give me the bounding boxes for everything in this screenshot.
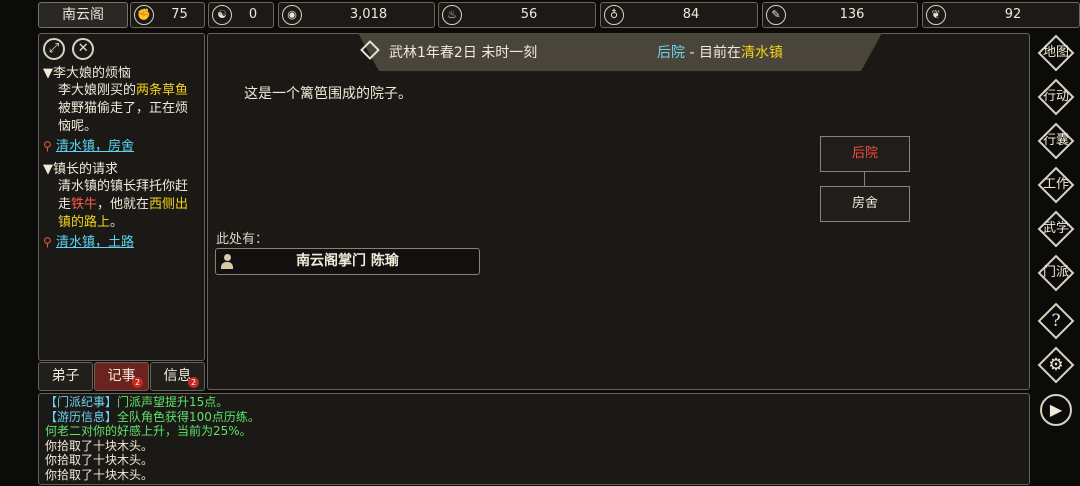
quest-title[interactable]: ▼镇长的请求 (43, 161, 200, 178)
quest-location[interactable]: ⚲ 清水镇，房舍 (43, 137, 200, 156)
header-content: 武林1年春2日 未时一刻 后院 - 目前在清水镇 (0, 33, 1080, 71)
map-pin-icon: ⚲ (43, 139, 52, 153)
tab-label: 弟子 (51, 368, 80, 384)
location-sep: - 目前在 (685, 45, 741, 61)
resource-coin[interactable]: ◉ 3,018 (278, 2, 435, 28)
sidebar-label: ? (1051, 311, 1061, 331)
map-button[interactable]: 地图 (1037, 34, 1075, 72)
quest-panel: ⤢ ✕ ▼李大娘的烦恼 李大娘刚买的两条草鱼被野猫偷走了，正在烦恼呢。 ⚲ 清水… (38, 33, 205, 361)
npc-entry[interactable]: 南云阁掌门 陈瑜 (215, 248, 480, 275)
sidebar-label: 行囊 (1042, 133, 1069, 148)
location-place: 后院 (657, 45, 685, 61)
npc-name: 南云阁掌门 陈瑜 (296, 253, 399, 269)
scroll-icon (360, 40, 380, 60)
food-bowl-icon: ♨ (442, 5, 462, 25)
log-text: 你拾取了十块木头。 (45, 467, 154, 482)
quest-text: 。 (110, 215, 124, 230)
resource-value: 0 (248, 7, 258, 22)
sidebar-label: 门派 (1042, 265, 1069, 280)
gourd-icon: ♁ (604, 5, 624, 25)
resource-gourd[interactable]: ♁ 84 (600, 2, 758, 28)
sidebar-label: ⚙ (1048, 355, 1064, 375)
quest-description: 清水镇的镇长拜托你赶走铁牛，他就在西侧出镇的路上。 (43, 178, 200, 232)
resource-value: 75 (171, 7, 188, 22)
resource-value: 92 (1004, 7, 1022, 22)
current-location: 后院 - 目前在清水镇 (657, 42, 783, 62)
settings-button[interactable]: ⚙ (1037, 346, 1075, 384)
sidebar-label: 工作 (1042, 177, 1069, 192)
game-date: 武林1年春2日 未时一刻 (389, 45, 538, 61)
sidebar-label: 行动 (1042, 89, 1069, 104)
quest-text: 李大娘刚买的 (58, 83, 137, 98)
quest-location-link[interactable]: 清水镇，房舍 (56, 139, 134, 154)
scene-description: 这是一个篱笆围成的院子。 (244, 86, 412, 102)
herb-icon: ❦ (926, 5, 946, 25)
message-log[interactable]: 【门派纪事】门派声望提升15点。 【游历信息】全队角色获得100点历练。 何老二… (38, 393, 1030, 485)
tab-journal[interactable]: 记事 2 (94, 362, 149, 391)
resource-value: 136 (839, 7, 865, 22)
map-pin-icon: ⚲ (43, 235, 52, 249)
log-tag: 【游历信息】 (45, 409, 118, 424)
resource-herb[interactable]: ❦ 92 (922, 2, 1080, 28)
play-button[interactable]: ▶ (1037, 391, 1075, 429)
tab-disciples[interactable]: 弟子 (38, 362, 93, 391)
map-connector (864, 172, 865, 186)
yinyang-icon: ☯ (212, 5, 232, 25)
log-line: 你拾取了十块木头。 (45, 439, 1023, 454)
log-tag: 【门派纪事】 (45, 395, 118, 409)
quest-location-link[interactable]: 清水镇，土路 (56, 235, 134, 250)
notification-badge: 2 (132, 377, 143, 388)
martial-arts-button[interactable]: 武学 (1037, 210, 1075, 248)
fist-icon: ✊ (134, 5, 154, 25)
sidebar-label: 地图 (1042, 45, 1069, 60)
here-label: 此处有： (216, 232, 269, 247)
log-line: 你拾取了十块木头。 (45, 468, 1023, 483)
quest-text: 被野猫偷走了，正在烦恼呢。 (58, 101, 189, 134)
quest-highlight: 两条草鱼 (136, 83, 189, 98)
log-text: 门派声望提升15点。 (117, 395, 229, 409)
sect-name-button[interactable]: 南云阁 (38, 2, 128, 28)
quest-description: 李大娘刚买的两条草鱼被野猫偷走了，正在烦恼呢。 (43, 82, 200, 136)
resource-yinyang[interactable]: ☯ 0 (208, 2, 274, 28)
resource-wood[interactable]: ✎ 136 (762, 2, 918, 28)
quest-highlight-red: 铁牛 (71, 197, 98, 212)
help-button[interactable]: ? (1037, 302, 1075, 340)
log-line: 何老二对你的好感上升，当前为25%。 (45, 424, 1023, 439)
log-line: 【游历信息】全队角色获得100点历练。 (45, 410, 1023, 425)
sidebar-label: 武学 (1042, 221, 1069, 236)
resource-value: 84 (682, 7, 700, 22)
log-text: 全队角色获得100点历练。 (117, 409, 260, 424)
action-button[interactable]: 行动 (1037, 78, 1075, 116)
log-text: 何老二对你的好感上升，当前为25%。 (45, 424, 252, 438)
map-room-current[interactable]: 后院 (820, 136, 910, 172)
location-town: 清水镇 (740, 45, 783, 61)
sect-button[interactable]: 门派 (1037, 254, 1075, 292)
tab-messages[interactable]: 信息 2 (150, 362, 205, 391)
quest-location[interactable]: ⚲ 清水镇，土路 (43, 233, 200, 252)
main-scene-panel: 这是一个篱笆围成的院子。 后院 房舍 此处有： 南云阁掌门 陈瑜 (207, 33, 1030, 390)
notification-badge: 2 (188, 377, 199, 388)
resource-value: 56 (520, 7, 538, 22)
wood-icon: ✎ (766, 5, 786, 25)
map-room-next[interactable]: 房舍 (820, 186, 910, 222)
bag-button[interactable]: 行囊 (1037, 122, 1075, 160)
coin-icon: ◉ (282, 5, 302, 25)
quest-text: ，他就在 (97, 197, 150, 212)
resource-value: 3,018 (349, 7, 388, 22)
sidebar-label: ▶ (1049, 400, 1063, 419)
log-line: 【门派纪事】门派声望提升15点。 (45, 395, 1023, 410)
resource-food[interactable]: ♨ 56 (438, 2, 596, 28)
work-button[interactable]: 工作 (1037, 166, 1075, 204)
log-line: 你拾取了十块木头。 (45, 453, 1023, 468)
log-text: 你拾取了十块木头。 (45, 438, 154, 453)
log-text: 你拾取了十块木头。 (45, 453, 154, 467)
resource-fist[interactable]: ✊ 75 (130, 2, 205, 28)
